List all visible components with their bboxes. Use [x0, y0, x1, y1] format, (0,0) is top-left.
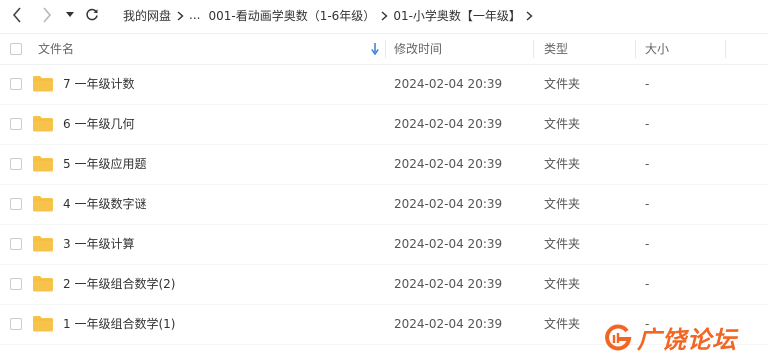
file-size: -: [645, 157, 650, 171]
column-divider[interactable]: [635, 40, 636, 58]
chevron-right-icon: [43, 7, 52, 23]
chevron-right-icon: [174, 8, 186, 22]
file-name[interactable]: 5 一年级应用题: [63, 144, 146, 184]
file-size: -: [645, 77, 650, 91]
watermark-text: 广饶论坛: [637, 325, 737, 354]
modified-time: 2024-02-04 20:39: [394, 77, 503, 91]
chevron-right-icon: [378, 8, 390, 22]
chevron-right-icon: [524, 8, 536, 22]
modified-time: 2024-02-04 20:39: [394, 157, 503, 171]
refresh-button[interactable]: [83, 6, 101, 24]
file-name[interactable]: 3 一年级计算: [63, 224, 134, 264]
file-size: -: [645, 197, 650, 211]
folder-icon: [33, 116, 53, 132]
watermark: 广饶论坛: [603, 319, 737, 355]
chevron-left-icon: [12, 7, 21, 23]
table-header: 文件名 修改时间 类型 大小: [0, 33, 768, 65]
history-dropdown-button[interactable]: [64, 6, 76, 24]
file-size: -: [645, 277, 650, 291]
folder-icon: [33, 316, 53, 332]
file-name[interactable]: 1 一年级组合数学(1): [63, 304, 175, 344]
table-row[interactable]: 6 一年级几何 2024-02-04 20:39 文件夹 -: [0, 104, 768, 145]
row-checkbox[interactable]: [10, 78, 22, 90]
column-header-name[interactable]: 文件名: [38, 34, 74, 64]
file-type: 文件夹: [544, 157, 581, 171]
file-name[interactable]: 2 一年级组合数学(2): [63, 264, 175, 304]
file-type: 文件夹: [544, 117, 581, 131]
row-checkbox[interactable]: [10, 158, 22, 170]
sort-down-arrow-icon[interactable]: [371, 43, 379, 55]
table-row[interactable]: 4 一年级数字谜 2024-02-04 20:39 文件夹 -: [0, 184, 768, 225]
file-name[interactable]: 7 一年级计数: [63, 64, 134, 104]
table-row[interactable]: 3 一年级计算 2024-02-04 20:39 文件夹 -: [0, 224, 768, 265]
modified-time: 2024-02-04 20:39: [394, 317, 503, 331]
column-divider[interactable]: [385, 40, 386, 58]
forward-button[interactable]: [38, 6, 56, 24]
column-divider[interactable]: [725, 40, 726, 58]
select-all-checkbox[interactable]: [10, 43, 22, 55]
modified-time: 2024-02-04 20:39: [394, 277, 503, 291]
file-type: 文件夹: [544, 237, 581, 251]
folder-icon: [33, 76, 53, 92]
column-header-size[interactable]: 大小: [645, 34, 669, 64]
file-name[interactable]: 6 一年级几何: [63, 104, 134, 144]
refresh-icon: [86, 8, 98, 21]
breadcrumb-item-root[interactable]: 我的网盘: [123, 7, 171, 24]
breadcrumb: 我的网盘 ... 001-看动画学奥数（1-6年级） 01-小学奥数【一年级】: [123, 0, 539, 30]
file-name[interactable]: 4 一年级数字谜: [63, 184, 146, 224]
file-type: 文件夹: [544, 317, 581, 331]
table-row[interactable]: 7 一年级计数 2024-02-04 20:39 文件夹 -: [0, 64, 768, 105]
file-type: 文件夹: [544, 197, 581, 211]
back-button[interactable]: [8, 6, 26, 24]
row-checkbox[interactable]: [10, 118, 22, 130]
folder-icon: [33, 236, 53, 252]
folder-icon: [33, 156, 53, 172]
folder-icon: [33, 196, 53, 212]
column-header-modified[interactable]: 修改时间: [394, 34, 442, 64]
caret-down-icon: [66, 12, 74, 17]
breadcrumb-item-ellipsis[interactable]: ...: [189, 8, 200, 22]
row-checkbox[interactable]: [10, 278, 22, 290]
table-row[interactable]: 5 一年级应用题 2024-02-04 20:39 文件夹 -: [0, 144, 768, 185]
table-row[interactable]: 2 一年级组合数学(2) 2024-02-04 20:39 文件夹 -: [0, 264, 768, 305]
file-type: 文件夹: [544, 277, 581, 291]
watermark-logo-icon: [605, 324, 632, 351]
breadcrumb-item-current[interactable]: 01-小学奥数【一年级】: [393, 7, 521, 24]
folder-icon: [33, 276, 53, 292]
file-type: 文件夹: [544, 77, 581, 91]
breadcrumb-item-parent[interactable]: 001-看动画学奥数（1-6年级）: [208, 7, 375, 24]
file-size: -: [645, 237, 650, 251]
modified-time: 2024-02-04 20:39: [394, 117, 503, 131]
column-divider[interactable]: [533, 40, 534, 58]
row-checkbox[interactable]: [10, 238, 22, 250]
column-header-type[interactable]: 类型: [544, 34, 568, 64]
file-size: -: [645, 117, 650, 131]
row-checkbox[interactable]: [10, 318, 22, 330]
modified-time: 2024-02-04 20:39: [394, 197, 503, 211]
modified-time: 2024-02-04 20:39: [394, 237, 503, 251]
toolbar: 我的网盘 ... 001-看动画学奥数（1-6年级） 01-小学奥数【一年级】: [0, 0, 768, 30]
row-checkbox[interactable]: [10, 198, 22, 210]
